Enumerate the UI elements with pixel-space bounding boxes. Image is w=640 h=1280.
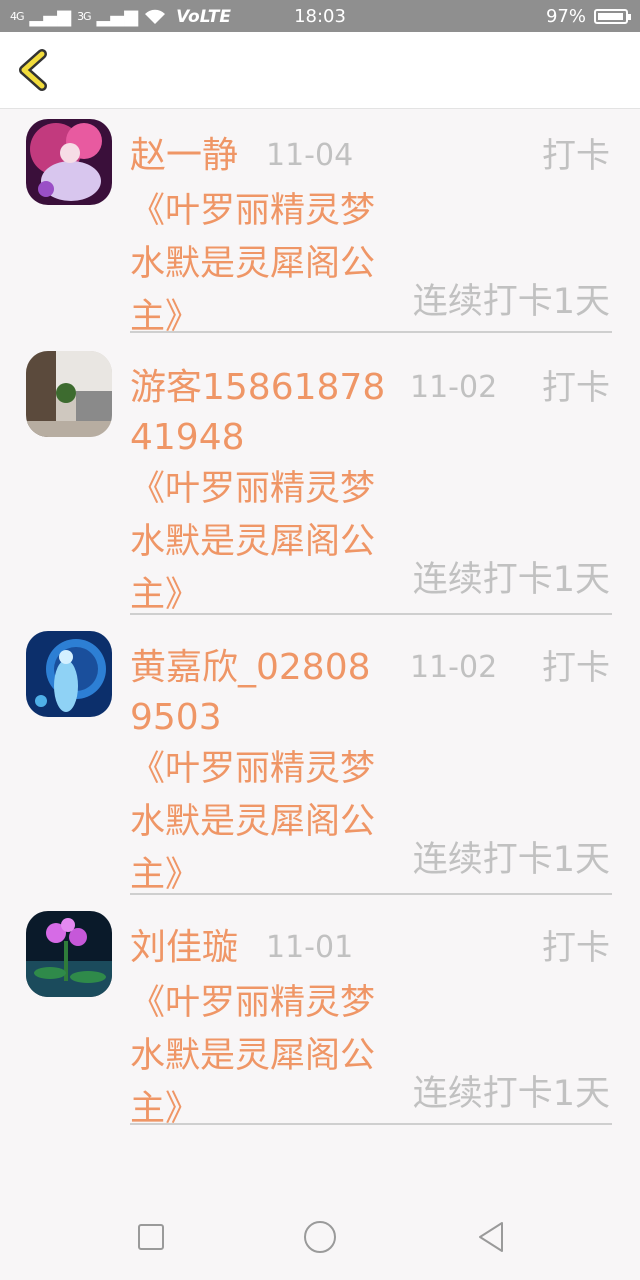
avatar-image: [26, 911, 112, 997]
book-title[interactable]: 《叶罗丽精灵梦水默是灵犀阁公主》: [130, 743, 380, 902]
list-item[interactable]: 黄嘉欣_028089503 11-02 打卡 《叶罗丽精灵梦水默是灵犀阁公主》 …: [0, 613, 640, 895]
avatar-image: [26, 351, 112, 437]
checkin-label: 打卡: [542, 928, 610, 968]
streak-text: 连续打卡1天: [412, 560, 610, 600]
battery-icon: [594, 9, 631, 24]
system-nav-bar: [0, 1196, 640, 1280]
checkin-date: 11-02: [410, 650, 498, 685]
avatar[interactable]: [26, 911, 112, 997]
recent-apps-button[interactable]: [128, 1214, 174, 1260]
battery-percent: 97%: [545, 6, 586, 27]
checkin-date: 11-01: [266, 930, 354, 965]
top-bar: [0, 32, 640, 109]
status-time: 18:03: [294, 6, 346, 27]
battery-fill: [598, 13, 624, 20]
back-button[interactable]: [14, 48, 54, 92]
book-title[interactable]: 《叶罗丽精灵梦水默是灵犀阁公主》: [130, 463, 380, 622]
checkin-label: 打卡: [542, 368, 610, 408]
avatar-image: [26, 631, 112, 717]
triangle-back-icon: [479, 1222, 503, 1252]
list-item[interactable]: 刘佳璇 11-01 打卡 《叶罗丽精灵梦水默是灵犀阁公主》 连续打卡1天: [0, 893, 640, 1129]
checkin-list: 赵一静 11-04 打卡 《叶罗丽精灵梦水默是灵犀阁公主》 连续打卡1天 游客1…: [0, 109, 640, 1129]
book-title[interactable]: 《叶罗丽精灵梦水默是灵犀阁公主》: [130, 977, 380, 1136]
chevron-left-icon: [19, 49, 47, 91]
checkin-date: 11-04: [266, 138, 354, 173]
list-item[interactable]: 游客1586187841948 11-02 打卡 《叶罗丽精灵梦水默是灵犀阁公主…: [0, 333, 640, 615]
square-icon: [138, 1224, 164, 1250]
status-bar: 4G ▂▄▆ 3G ▂▄▆ VoLTE 18:03 97%: [0, 0, 640, 32]
streak-text: 连续打卡1天: [412, 840, 610, 880]
avatar-image: [26, 119, 112, 205]
avatar[interactable]: [26, 631, 112, 717]
avatar[interactable]: [26, 119, 112, 205]
home-button[interactable]: [297, 1214, 343, 1260]
divider: [130, 1123, 612, 1125]
checkin-label: 打卡: [542, 648, 610, 688]
checkin-date: 11-02: [410, 370, 498, 405]
avatar[interactable]: [26, 351, 112, 437]
book-title[interactable]: 《叶罗丽精灵梦水默是灵犀阁公主》: [130, 185, 380, 344]
streak-text: 连续打卡1天: [412, 282, 610, 322]
user-name[interactable]: 游客1586187841948: [130, 363, 390, 463]
streak-text: 连续打卡1天: [412, 1074, 610, 1114]
circle-icon: [304, 1221, 336, 1253]
nav-back-button[interactable]: [468, 1214, 514, 1260]
checkin-label: 打卡: [542, 136, 610, 176]
user-name[interactable]: 黄嘉欣_028089503: [130, 643, 390, 743]
